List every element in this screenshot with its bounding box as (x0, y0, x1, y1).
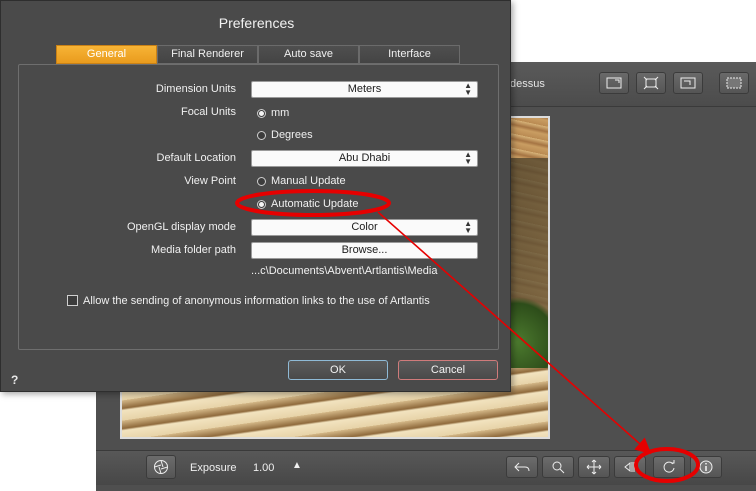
tab-final-renderer[interactable]: Final Renderer (157, 45, 258, 64)
dimension-units-value: Meters (347, 83, 382, 95)
radio-mm[interactable] (257, 109, 266, 118)
preview-icon (726, 77, 742, 89)
fit-icon (643, 76, 659, 90)
exposure-value[interactable]: 1.00 (253, 462, 274, 474)
updown-caret-icon: ▲ ▼ (464, 150, 472, 166)
zoom-icon (552, 461, 565, 474)
opengl-mode-select[interactable]: Color ▲ ▼ (251, 219, 478, 236)
frame-icon (606, 77, 622, 89)
refresh-button[interactable] (653, 456, 685, 478)
refresh-icon (663, 460, 675, 473)
anonymous-info-label: Allow the sending of anonymous informati… (83, 295, 430, 307)
tab-interface[interactable]: Interface (359, 45, 460, 64)
pan-button[interactable] (578, 456, 610, 478)
navigate-button[interactable] (614, 456, 646, 478)
updown-caret-icon: ▲ ▼ (464, 219, 472, 235)
media-folder-path: ...c\Documents\Abvent\Artlantis\Media (251, 265, 438, 277)
frame-button[interactable] (599, 72, 629, 94)
radio-degrees-label: Degrees (271, 129, 313, 141)
camera-aperture-icon (154, 460, 168, 474)
bottom-toolbar: Exposure 1.00 ▲ (96, 450, 756, 485)
default-location-label: Default Location (156, 152, 237, 164)
dimension-units-label: Dimension Units (155, 83, 236, 95)
info-icon (699, 460, 713, 474)
media-folder-label: Media folder path (151, 244, 236, 256)
preferences-dialog: Preferences General Final Renderer Auto … (0, 0, 511, 392)
zoom-frame-icon (680, 77, 696, 89)
fit-button[interactable] (636, 72, 666, 94)
dimension-units-select[interactable]: Meters ▲ ▼ (251, 81, 478, 98)
tab-auto-save[interactable]: Auto save (258, 45, 359, 64)
radio-mm-label: mm (271, 107, 290, 119)
opengl-mode-label: OpenGL display mode (126, 221, 236, 233)
view-title: dessus (510, 78, 545, 90)
exposure-label: Exposure (190, 462, 237, 474)
focal-units-label: Focal Units (180, 106, 236, 118)
anonymous-info-checkbox[interactable] (67, 295, 78, 306)
radio-manual-update[interactable] (257, 177, 266, 186)
zoom-button[interactable] (542, 456, 574, 478)
browse-button[interactable]: Browse... (251, 242, 478, 259)
opengl-mode-value: Color (351, 221, 378, 233)
navigate-icon (624, 461, 635, 473)
radio-automatic-update[interactable] (257, 200, 266, 209)
tab-general[interactable]: General (56, 45, 157, 64)
undo-button[interactable] (506, 456, 538, 478)
default-location-select[interactable]: Abu Dhabi ▲ ▼ (251, 150, 478, 167)
zoom-frame-button[interactable] (673, 72, 703, 94)
info-button[interactable] (690, 456, 722, 478)
default-location-value: Abu Dhabi (338, 152, 391, 164)
exposure-up-arrow[interactable]: ▲ (292, 460, 302, 471)
updown-caret-icon: ▲ ▼ (464, 81, 472, 97)
preview-button[interactable] (719, 72, 749, 94)
radio-automatic-update-label: Automatic Update (271, 198, 359, 210)
pan-icon (586, 459, 602, 475)
ok-button[interactable]: OK (288, 360, 388, 380)
aperture-button[interactable] (146, 455, 176, 479)
dialog-title: Preferences (218, 15, 295, 31)
view-point-label: View Point (184, 175, 236, 187)
radio-manual-update-label: Manual Update (271, 175, 346, 187)
cancel-button[interactable]: Cancel (398, 360, 498, 380)
radio-degrees[interactable] (257, 131, 266, 140)
undo-icon (514, 462, 530, 472)
help-button[interactable]: ? (11, 373, 18, 387)
